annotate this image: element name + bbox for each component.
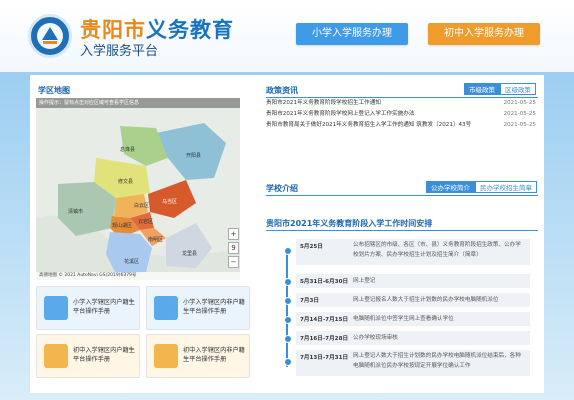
map-label: 乌当区 [162, 199, 178, 205]
tile-label: 小学入学辖区内户籍生平台操作手册 [73, 299, 135, 315]
map-label: 开阳县 [186, 153, 202, 159]
event-date: 5月25日 [300, 244, 323, 250]
manual-tile[interactable]: 初中入学辖区内户籍生平台操作手册 [36, 334, 140, 378]
news-title: 贵阳市2021年义务教育阶段学校网上登记入学工作实施办法 [266, 111, 415, 117]
timeline-dot [284, 316, 292, 324]
zoom-in-button[interactable]: + [228, 228, 239, 240]
tab-private-schools[interactable]: 民办学校招生简章 [475, 181, 537, 193]
map-label: 花溪区 [124, 259, 140, 265]
news-date: 2021-05-25 [503, 111, 536, 117]
manual-tile[interactable]: 小学入学辖区内非户籍生平台操作手册 [146, 286, 250, 330]
timeline-dot [284, 358, 292, 366]
timeline-card: 5月25日 公布招辖区的市级、各区（市、县）义务教育阶段招生政策、公办学校划片方… [296, 239, 530, 265]
news-item[interactable]: 贵阳市2021年义务教育阶段学校招生工作通知 2021-05-25 [266, 99, 538, 108]
divider [266, 97, 538, 98]
map-label: 白云区 [134, 203, 150, 209]
timeline-dot [284, 247, 292, 255]
main-panel: 学区地图 操作提示：鼠标点击对应区域可查看学区信息 息烽县 开阳县 修文县 清镇… [30, 75, 544, 393]
map-label: 南明区 [148, 237, 164, 243]
site-subtitle: 入学服务平台 [80, 44, 159, 59]
map-label: 云岩区 [138, 219, 154, 225]
policy-tabs: 市级政策 区级政策 [464, 83, 536, 95]
district-map[interactable]: 操作提示：鼠标点击对应区域可查看学区信息 息烽县 开阳县 修文县 清镇市 白云区… [36, 98, 240, 280]
news-date: 2021-05-25 [503, 122, 536, 128]
map-label: 修文县 [118, 179, 134, 185]
timeline-axis [286, 251, 288, 367]
timeline-card: 7月14日-7月15日 电脑随机派位中签学生网上查看确认学位 [296, 312, 530, 326]
middle-school-enrollment-button[interactable]: 初中入学服务办理 [428, 23, 540, 45]
site-header: 贵阳市义务教育 入学服务平台 小学入学服务办理 初中入学服务办理 [0, 0, 574, 72]
timeline-card: 7月13日-7月31日 网上登记人数大于招生计划数的民办学校电脑随机派位结束后，… [296, 350, 530, 376]
student-icon [154, 344, 178, 368]
timeline-dot [284, 297, 292, 305]
tab-public-schools[interactable]: 公办学校简介 [426, 181, 475, 193]
news-item[interactable]: 贵阳市2021年义务教育阶段学校网上登记入学工作实施办法 2021-05-25 [266, 110, 538, 119]
tile-label: 初中入学辖区内非户籍生平台操作手册 [183, 347, 245, 363]
event-date: 7月13日-7月31日 [300, 355, 349, 361]
primary-enrollment-button[interactable]: 小学入学服务办理 [296, 23, 408, 45]
timeline-card: 7月16日-7月28日 公办学校现场审核 [296, 331, 530, 345]
tab-district-policy[interactable]: 区级政策 [500, 83, 536, 95]
timeline-dot [284, 335, 292, 343]
manual-tile[interactable]: 小学入学辖区内户籍生平台操作手册 [36, 286, 140, 330]
event-desc: 公办学校现场审核 [353, 335, 398, 341]
map-label: 息烽县 [120, 147, 136, 153]
timeline-dot [284, 278, 292, 286]
map-label: 龙里县 [182, 251, 198, 257]
schools-tabs: 公办学校简介 民办学校招生简章 [426, 181, 537, 193]
tile-label: 小学入学辖区内非户籍生平台操作手册 [183, 299, 245, 315]
book-icon [44, 296, 68, 320]
tile-label: 初中入学辖区内户籍生平台操作手册 [73, 347, 135, 363]
map-label: 观山湖区 [112, 223, 133, 229]
event-date: 5月31日-6月30日 [300, 279, 349, 285]
event-desc: 网上登记 [353, 278, 376, 284]
divider [266, 230, 538, 231]
zoom-out-button[interactable]: − [228, 256, 239, 268]
tab-city-policy[interactable]: 市级政策 [464, 83, 500, 95]
zoom-level: 9 [228, 242, 239, 254]
map-label: 清镇市 [68, 209, 84, 215]
news-date: 2021-05-25 [503, 100, 536, 106]
student-icon [44, 344, 68, 368]
schools-heading: 学校介绍 [266, 184, 298, 193]
divider [266, 195, 538, 196]
map-notice: 操作提示：鼠标点击对应区域可查看学区信息 [36, 98, 240, 108]
book-icon [154, 296, 178, 320]
news-title: 贵阳市教育局关于做好2021年义务教育招生入学工作的通知 筑教发〔2021〕43… [266, 122, 472, 128]
map-attribution: 高德地图 © 2021 AutoNavi GS(2019)6379号 [36, 272, 240, 280]
district-map-heading: 学区地图 [38, 86, 70, 95]
event-desc: 网上登记人数大于招生计划数的民办学校电脑随机派位结束后，各种电脑随机派位民办学校… [353, 353, 521, 369]
timeline-card: 7月3日 网上登记报名人数大于招生计划数的民办学校电脑随机派位 [296, 293, 530, 307]
news-title: 贵阳市2021年义务教育阶段学校招生工作通知 [266, 100, 381, 106]
event-desc: 网上登记报名人数大于招生计划数的民办学校电脑随机派位 [353, 297, 499, 303]
event-date: 7月14日-7月15日 [300, 317, 349, 323]
event-desc: 电脑随机派位中签学生网上查看确认学位 [353, 316, 454, 322]
site-logo-icon [28, 14, 72, 58]
event-date: 7月3日 [300, 298, 319, 304]
policy-heading: 政策资讯 [266, 86, 298, 95]
timeline-heading: 贵阳市2021年义务教育阶段入学工作时间安排 [266, 219, 433, 228]
manual-tile[interactable]: 初中入学辖区内非户籍生平台操作手册 [146, 334, 250, 378]
timeline-card: 5月31日-6月30日 网上登记 [296, 274, 530, 288]
news-item[interactable]: 贵阳市教育局关于做好2021年义务教育招生入学工作的通知 筑教发〔2021〕43… [266, 121, 538, 130]
event-date: 7月16日-7月28日 [300, 336, 349, 342]
event-desc: 公布招辖区的市级、各区（市、县）义务教育阶段招生政策、公办学校划片方案、民办学校… [353, 242, 521, 258]
